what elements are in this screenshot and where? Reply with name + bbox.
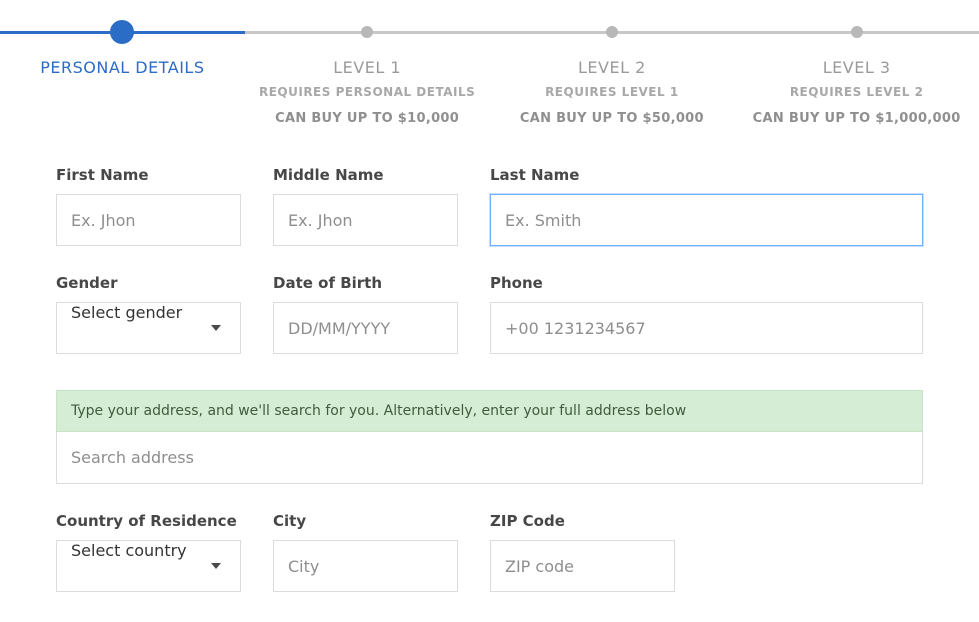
step-title: LEVEL 2 xyxy=(490,58,735,77)
address-hint: Type your address, and we'll search for … xyxy=(56,390,923,432)
step-dot-icon xyxy=(110,20,134,44)
dob-label: Date of Birth xyxy=(273,274,458,292)
step-level-2[interactable]: LEVEL 2 REQUIRES LEVEL 1 CAN BUY UP TO $… xyxy=(490,20,735,126)
step-dot-icon xyxy=(361,26,373,38)
country-select[interactable]: Select country xyxy=(56,540,241,592)
field-city: City xyxy=(273,512,458,592)
step-dot-icon xyxy=(606,26,618,38)
step-limit: CAN BUY UP TO $50,000 xyxy=(490,111,735,126)
step-level-1[interactable]: LEVEL 1 REQUIRES PERSONAL DETAILS CAN BU… xyxy=(245,20,490,126)
country-label: Country of Residence xyxy=(56,512,241,530)
middle-name-label: Middle Name xyxy=(273,166,458,184)
first-name-input[interactable] xyxy=(56,194,241,246)
step-title: LEVEL 3 xyxy=(734,58,979,77)
step-limit: CAN BUY UP TO $1,000,000 xyxy=(734,111,979,126)
field-middle-name: Middle Name xyxy=(273,166,458,246)
zip-input[interactable] xyxy=(490,540,675,592)
phone-input[interactable] xyxy=(490,302,923,354)
field-dob: Date of Birth xyxy=(273,274,458,354)
step-dot-icon xyxy=(851,26,863,38)
step-title: PERSONAL DETAILS xyxy=(0,58,245,77)
step-level-3[interactable]: LEVEL 3 REQUIRES LEVEL 2 CAN BUY UP TO $… xyxy=(734,20,979,126)
field-country: Country of Residence Select country xyxy=(56,512,241,592)
field-last-name: Last Name xyxy=(490,166,923,246)
gender-label: Gender xyxy=(56,274,241,292)
middle-name-input[interactable] xyxy=(273,194,458,246)
field-zip: ZIP Code xyxy=(490,512,675,592)
progress-stepper: PERSONAL DETAILS LEVEL 1 REQUIRES PERSON… xyxy=(0,0,979,156)
city-label: City xyxy=(273,512,458,530)
personal-details-form: First Name Middle Name Last Name Gender … xyxy=(0,156,979,622)
city-input[interactable] xyxy=(273,540,458,592)
address-search-input[interactable] xyxy=(56,432,923,484)
step-limit: CAN BUY UP TO $10,000 xyxy=(245,111,490,126)
first-name-label: First Name xyxy=(56,166,241,184)
last-name-label: Last Name xyxy=(490,166,923,184)
step-title: LEVEL 1 xyxy=(245,58,490,77)
dob-input[interactable] xyxy=(273,302,458,354)
last-name-input[interactable] xyxy=(490,194,923,246)
step-personal-details[interactable]: PERSONAL DETAILS xyxy=(0,20,245,77)
gender-select[interactable]: Select gender xyxy=(56,302,241,354)
step-subtitle: REQUIRES PERSONAL DETAILS xyxy=(245,85,490,99)
step-subtitle: REQUIRES LEVEL 1 xyxy=(490,85,735,99)
step-subtitle: REQUIRES LEVEL 2 xyxy=(734,85,979,99)
field-first-name: First Name xyxy=(56,166,241,246)
field-gender: Gender Select gender xyxy=(56,274,241,354)
zip-label: ZIP Code xyxy=(490,512,675,530)
phone-label: Phone xyxy=(490,274,923,292)
field-phone: Phone xyxy=(490,274,923,354)
